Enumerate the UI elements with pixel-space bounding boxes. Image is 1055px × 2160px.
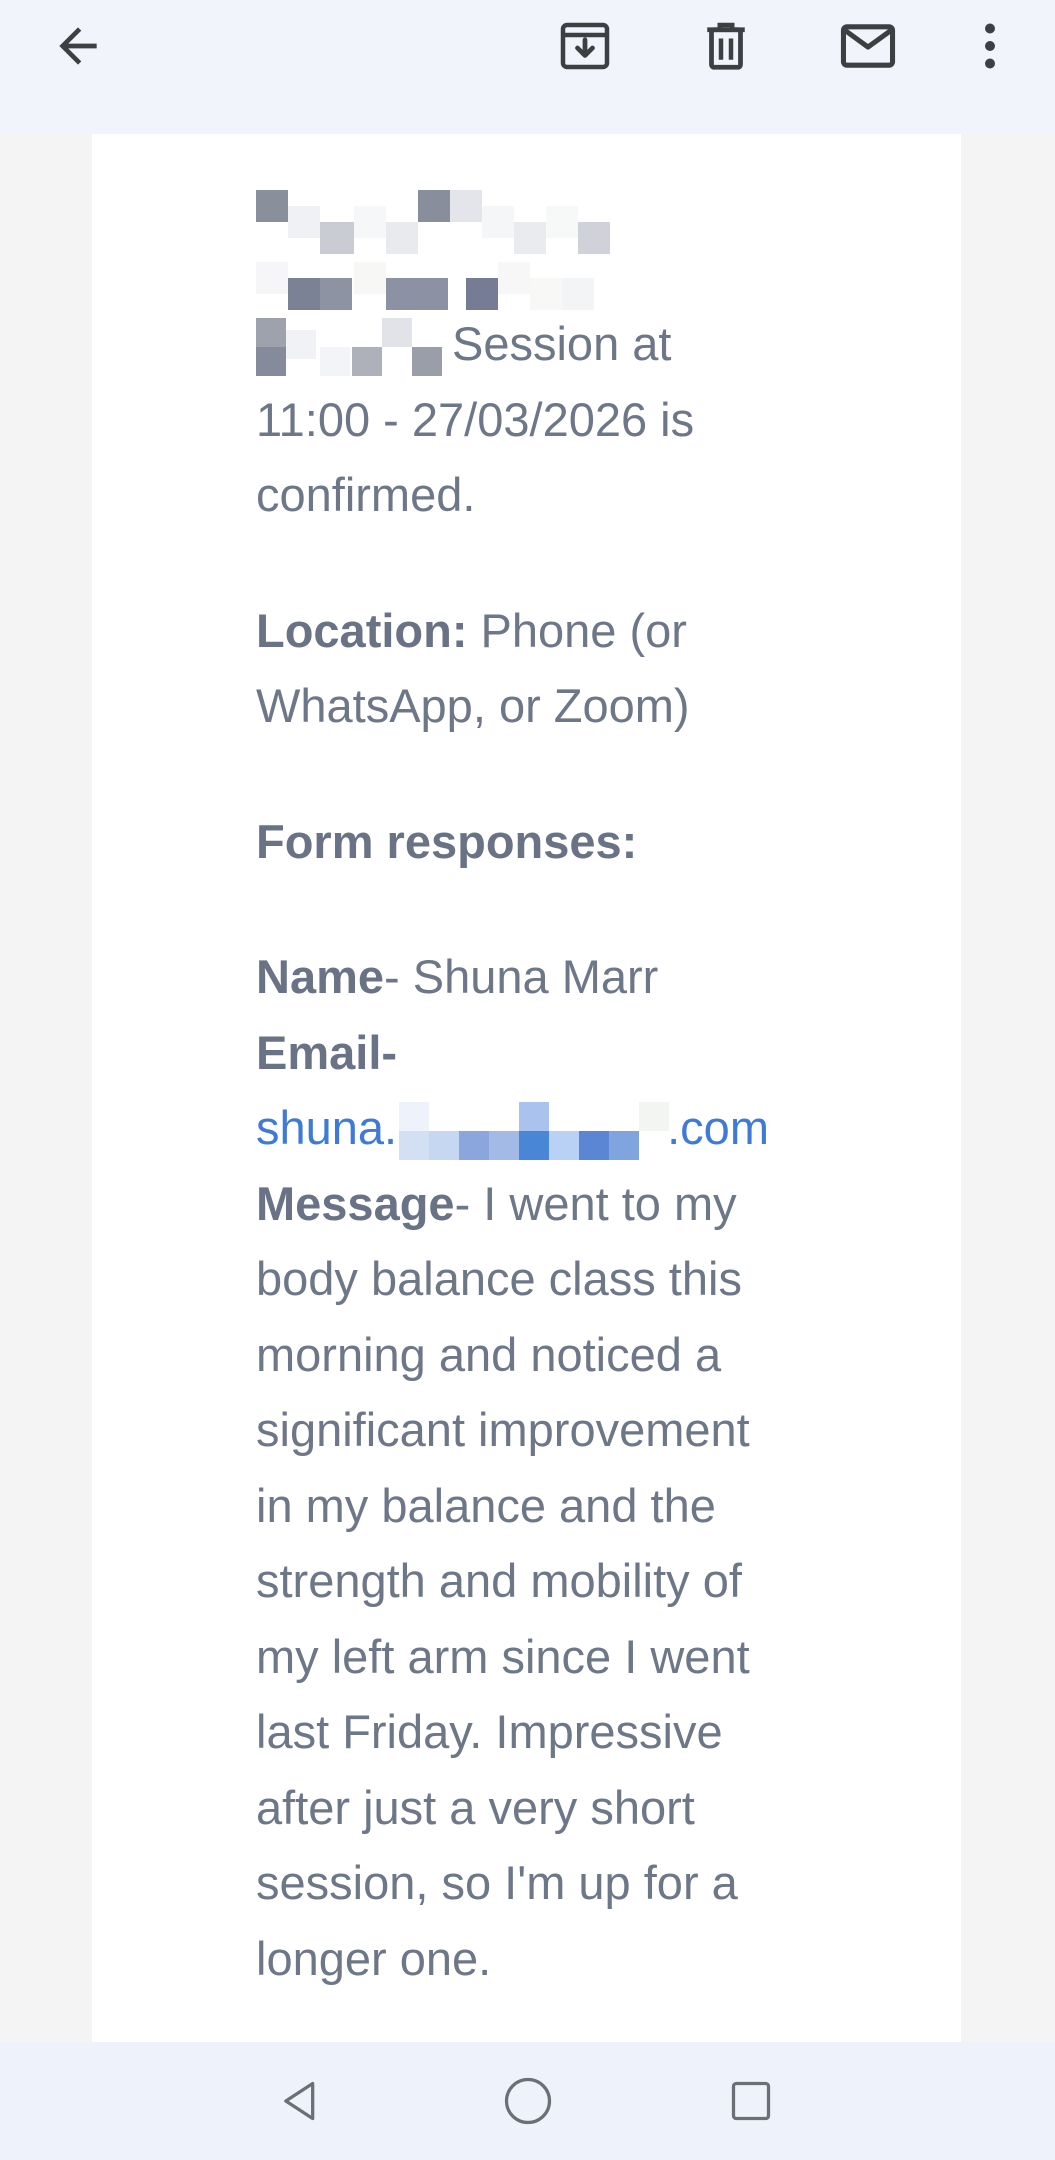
- archive-button[interactable]: [545, 6, 625, 86]
- email-link[interactable]: shuna. .com: [256, 1101, 769, 1160]
- email-body-text: Session at 11:00 - 27/03/2026 is confirm…: [256, 178, 816, 1996]
- nav-home-button[interactable]: [493, 2066, 563, 2136]
- nav-home-icon: [504, 2077, 552, 2125]
- system-navigation-bar: [0, 2042, 1055, 2160]
- location-line-1: Location: Phone (or: [256, 593, 816, 669]
- message-line-1: Message- I went to my: [256, 1176, 737, 1230]
- top-app-bar: [0, 0, 1055, 134]
- nav-recents-button[interactable]: [716, 2066, 786, 2136]
- message-line-7: my left arm since I went: [256, 1629, 750, 1683]
- message-line-6: strength and mobility of: [256, 1554, 742, 1607]
- message-line-4: significant improvement: [256, 1403, 750, 1456]
- name-value: - Shuna Marr: [384, 950, 659, 1003]
- back-arrow-icon: [59, 27, 97, 65]
- intro-line-2: 11:00 - 27/03/2026 is: [256, 392, 695, 446]
- email-link-line: shuna. .com: [256, 1090, 816, 1166]
- redacted-greeting-line-2: [256, 242, 816, 310]
- message-label: Message: [256, 1176, 455, 1230]
- mark-unread-icon: [840, 24, 896, 68]
- message-line-9: after just a very short: [256, 1780, 695, 1834]
- message-line-8: last Friday. Impressive: [256, 1705, 723, 1758]
- email-line: Email-: [256, 1015, 816, 1091]
- intro-line-3: confirmed.: [256, 468, 476, 521]
- location-line-2: WhatsApp, or Zoom): [256, 679, 690, 732]
- archive-icon: [560, 22, 610, 70]
- message-line-3: morning and noticed a: [256, 1327, 722, 1381]
- delete-icon: [707, 22, 745, 70]
- nav-back-icon: [284, 2081, 315, 2121]
- message-line-2: body balance class this: [256, 1252, 742, 1305]
- message-line-10: session, so I'm up for a: [256, 1856, 738, 1909]
- location-value: Phone (or: [467, 603, 687, 657]
- email-label: Email-: [256, 1025, 398, 1079]
- redacted-email: [397, 1102, 670, 1160]
- nav-back-button[interactable]: [266, 2066, 336, 2136]
- back-button[interactable]: [38, 6, 118, 86]
- form-responses-heading: Form responses:: [256, 814, 638, 868]
- message-line-11: longer one.: [256, 1931, 492, 1985]
- intro-line-1: Session at: [256, 306, 816, 382]
- name-label: Name: [256, 950, 385, 1003]
- delete-button[interactable]: [686, 6, 766, 86]
- name-line: Name- Shuna Marr: [256, 939, 816, 1015]
- nav-recents-icon: [731, 2081, 771, 2121]
- message-line-5: in my balance and the: [256, 1478, 716, 1532]
- mark-unread-button[interactable]: [828, 6, 908, 86]
- redacted-greeting-line-1: [256, 178, 816, 254]
- location-label: Location:: [256, 603, 468, 657]
- more-options-button[interactable]: [950, 6, 1030, 86]
- more-vert-icon: [985, 23, 995, 69]
- redacted-name: [256, 318, 452, 376]
